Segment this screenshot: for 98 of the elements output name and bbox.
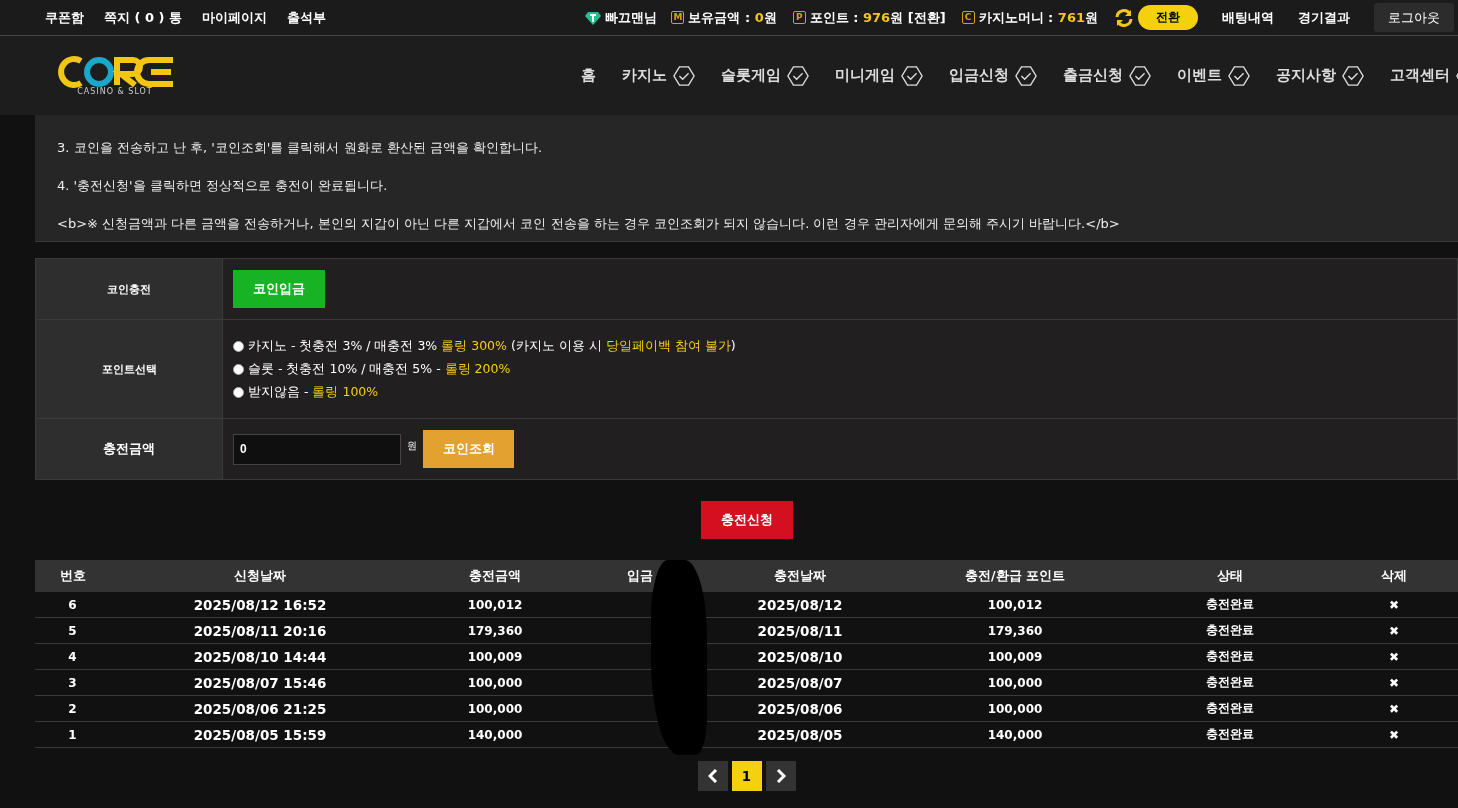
nav-item[interactable]: 홈 [581, 64, 596, 87]
column-header: 충전금액 [468, 567, 522, 585]
delete-icon[interactable]: ✖ [1388, 701, 1400, 716]
table-cell-text: 2025/08/11 [756, 622, 844, 639]
radio-button[interactable] [233, 386, 244, 398]
table-cell-text: 2025/08/06 21:25 [192, 700, 328, 717]
next-page-button[interactable] [765, 761, 796, 791]
delete-icon[interactable]: ✖ [1388, 727, 1400, 742]
nav-item[interactable]: 슬롯게임 [721, 64, 809, 87]
chevron-left-icon [707, 769, 718, 783]
balance-text: 보유금액 : 0원 [688, 8, 777, 27]
table-cell-text: 6 [67, 597, 78, 612]
logo[interactable]: CASINO & SLOT [55, 55, 175, 96]
option-label: 카지노 - 첫충전 3% / 매충전 3% 롤링 300% (카지노 이용 시 당일페이백 참여 불가) [248, 337, 736, 355]
table-cell-text: 충전완료 [1205, 596, 1255, 613]
column-header: 삭제 [1380, 567, 1408, 585]
notice-text: <b>※ 신청금액과 다른 금액을 전송하거나, 본인의 지갑이 아닌 다른 지갑에서 코인 전송을 하는 경우 코인조회가 되지 않습니다. 이런 경우 관리자에게 문의해 주시기 바랍니다.</b> [57, 215, 1121, 233]
table-cell-text: 179,360 [466, 623, 524, 638]
top-link[interactable]: 출석부 [287, 8, 327, 27]
column-header: 충전/환급 포인트 [964, 567, 1066, 585]
refresh-icon[interactable] [1114, 7, 1134, 28]
delete-icon[interactable]: ✖ [1388, 623, 1400, 638]
p-icon: P [792, 11, 806, 24]
table-cell-text: 140,000 [986, 727, 1044, 742]
delete-icon[interactable]: ✖ [1388, 597, 1400, 612]
option-label: 슬롯 - 첫충전 10% / 매충전 5% - 롤링 200% [248, 360, 511, 378]
table-cell-text: 충전완료 [1205, 648, 1255, 665]
logo-subtitle: CASINO & SLOT [77, 87, 153, 96]
diamond-icon [585, 9, 602, 26]
table-cell-text: 3 [67, 675, 78, 690]
table-cell-text: 100,000 [986, 675, 1044, 690]
column-header: 상태 [1216, 567, 1244, 585]
nav-item[interactable]: 입금신청 [949, 64, 1037, 87]
page-button[interactable]: 1 [731, 761, 762, 791]
previous-page-button[interactable] [697, 761, 728, 791]
table-cell-text: 100,000 [986, 701, 1044, 716]
table-cell-text: 5 [67, 623, 78, 638]
table-cell-text: 2025/08/12 [756, 596, 844, 613]
top-link[interactable]: 쪽지 ( 0 ) 통 [104, 8, 183, 27]
nav-item[interactable]: 미니게임 [835, 64, 923, 87]
table-cell-text: 100,012 [986, 597, 1044, 612]
top-link[interactable]: 경기결과 [1298, 8, 1350, 27]
option-label: 받지않음 - 롤링 100% [248, 383, 379, 401]
chevron-right-icon [775, 769, 786, 783]
table-cell-text: 2025/08/10 14:44 [192, 648, 328, 665]
unit-text: 원 [407, 439, 417, 453]
table-cell-text: 2025/08/11 20:16 [192, 622, 328, 639]
top-link[interactable]: 마이페이지 [202, 8, 268, 27]
table-cell-text: 2025/08/05 [756, 726, 844, 743]
table-cell-text: 2025/08/07 15:46 [192, 674, 328, 691]
delete-icon[interactable]: ✖ [1388, 649, 1400, 664]
notice-text: 3. 코인을 전송하고 난 후, '코인조회'를 클릭해서 원화로 환산된 금액을 확인합니다. [57, 139, 544, 157]
submit-button[interactable]: 충전신청 [700, 501, 793, 539]
table-cell-text: 100,000 [466, 675, 524, 690]
table-cell-text: 2025/08/05 15:59 [192, 726, 328, 743]
nav-item[interactable]: 이벤트 [1177, 64, 1250, 87]
table-cell-text: 4 [67, 649, 78, 664]
c-icon: C [961, 11, 975, 24]
column-header: 신청날짜 [233, 567, 287, 585]
radio-button[interactable] [233, 340, 244, 352]
table-cell-text: 179,360 [986, 623, 1044, 638]
table-cell-text: 100,012 [466, 597, 524, 612]
nav-item[interactable]: 카지노 [622, 64, 695, 87]
top-link[interactable]: 쿠폰함 [45, 8, 84, 27]
table-cell-text: 2 [67, 701, 78, 716]
table-cell-text: 2025/08/07 [756, 674, 844, 691]
table-cell-text: 100,009 [466, 649, 524, 664]
nav-item[interactable]: 고객센터 [1390, 64, 1458, 87]
column-header: 입금 [626, 567, 654, 585]
nav-item[interactable]: 출금신청 [1063, 64, 1151, 87]
table-cell-text: 100,009 [986, 649, 1044, 664]
column-header: 번호 [58, 567, 87, 585]
top-link[interactable]: 배팅내역 [1222, 8, 1274, 27]
logout-button[interactable]: 로그아웃 [1374, 3, 1454, 32]
table-cell-text: 충전완료 [1205, 726, 1255, 743]
table-cell-text: 140,000 [466, 727, 524, 742]
form-label: 코인충전 [36, 259, 223, 319]
form-label: 충전금액 [36, 419, 223, 479]
column-header: 충전날짜 [773, 567, 827, 585]
form-label: 포인트선택 [36, 320, 223, 418]
table-cell-text: 2025/08/12 16:52 [192, 596, 328, 613]
casino-money-text: 카지노머니 : 761원 [978, 8, 1098, 27]
table-cell-text: 2025/08/10 [756, 648, 844, 665]
user-name: 빠끄맨님 [605, 8, 658, 27]
nav-item[interactable]: 공지사항 [1276, 64, 1364, 87]
table-cell-text: 1 [67, 727, 78, 742]
table-cell-text: 충전완료 [1205, 674, 1255, 691]
amount-field[interactable]: 0 [233, 433, 401, 465]
convert-button[interactable]: 전환 [1138, 5, 1198, 30]
table-cell-text: 충전완료 [1205, 622, 1255, 639]
points-text: 포인트 : 976원 [전환] [809, 8, 946, 27]
table-cell-text: 100,000 [466, 701, 524, 716]
table-cell-text: 2025/08/06 [756, 700, 844, 717]
m-icon: M [671, 11, 685, 24]
radio-button[interactable] [233, 363, 244, 375]
delete-icon[interactable]: ✖ [1388, 675, 1400, 690]
table-cell-text: 충전완료 [1205, 700, 1255, 717]
notice-text: 4. '충전신청'을 클릭하면 정상적으로 충전이 완료됩니다. [57, 177, 389, 195]
